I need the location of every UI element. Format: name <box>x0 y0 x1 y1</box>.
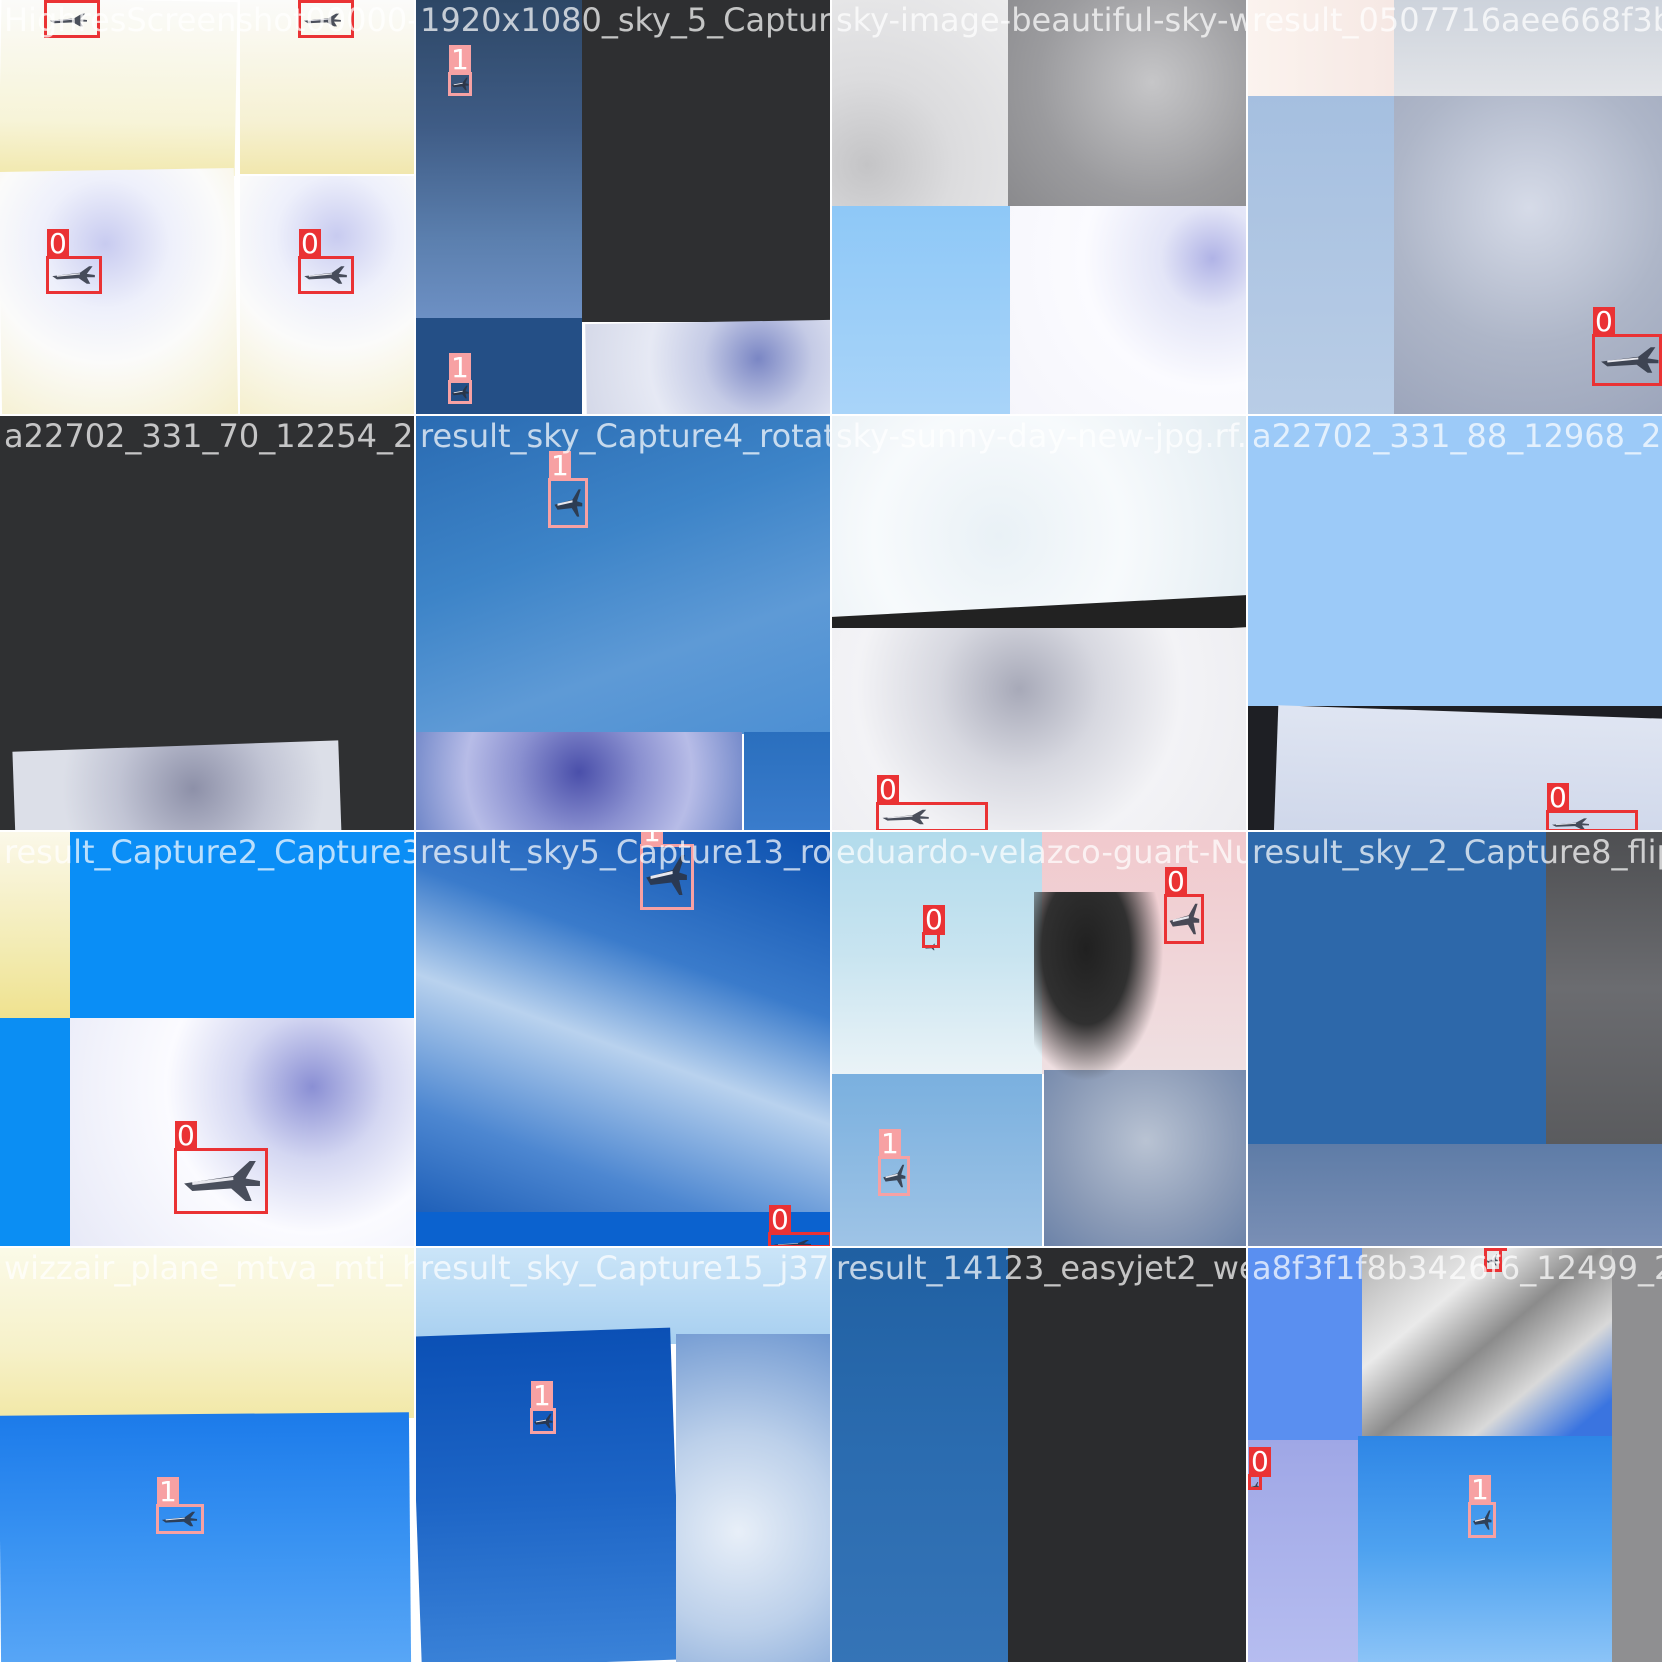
image-patch <box>1248 416 1662 716</box>
detection-box: 1 <box>530 1381 556 1434</box>
image-patch <box>416 0 582 318</box>
class-label: 1 <box>1469 1473 1491 1506</box>
mosaic-tile: 001a8f3f1f8b3426f6_12499_202 <box>1248 1248 1664 1664</box>
class-label: 0 <box>1249 1445 1271 1478</box>
image-patch <box>676 1334 830 1662</box>
image-patch <box>585 319 830 414</box>
mosaic-tile: 0result_0507716aee668f3bdb <box>1248 0 1664 416</box>
detection-box: 1 <box>1468 1475 1496 1538</box>
class-label: 0 <box>47 227 69 260</box>
image-patch <box>1546 832 1662 1144</box>
image-patch <box>0 0 238 177</box>
image-patch <box>12 740 342 830</box>
detection-box: 0 <box>1248 1447 1271 1490</box>
image-patch <box>744 732 830 830</box>
class-label: 1 <box>531 1379 553 1412</box>
image-patch <box>832 416 1246 616</box>
image-patch <box>416 318 582 414</box>
image-patch <box>0 1412 412 1662</box>
image-patch <box>832 1074 1042 1246</box>
image-patch <box>1008 1248 1246 1662</box>
image-patch <box>1358 1436 1612 1662</box>
class-label: 0 <box>1593 305 1615 338</box>
mosaic-tile: 111920x1080_sky_5_Capture19_rota <box>416 0 832 416</box>
detection-box: 0 <box>1484 1248 1507 1272</box>
class-label: 1 <box>641 832 663 847</box>
image-patch <box>240 176 414 414</box>
image-patch <box>0 1018 70 1246</box>
mosaic-tile: result_sky_2_Capture8_flipped <box>1248 832 1664 1248</box>
image-patch <box>1010 206 1246 414</box>
class-label: 0 <box>1547 781 1569 814</box>
detection-box: 1 <box>448 353 472 404</box>
image-patch <box>832 0 1008 206</box>
detection-box: 0 <box>1164 867 1204 944</box>
image-patch <box>1394 0 1662 96</box>
detection-mosaic: 0000HighresScreenshot00000-1920x1080-f5c… <box>0 0 1664 1664</box>
detection-box: 1 <box>548 451 588 528</box>
image-patch <box>1248 1248 1362 1440</box>
image-patch <box>416 416 830 734</box>
detection-box: 0 <box>876 775 988 830</box>
detection-box: 1 <box>640 832 694 910</box>
class-label: 0 <box>877 773 899 806</box>
class-label: 1 <box>449 351 471 384</box>
class-label: 1 <box>879 1127 901 1160</box>
class-label: 0 <box>1165 865 1187 898</box>
mosaic-tile: sky-image-beautiful-sky-with-clouds <box>832 0 1248 416</box>
image-patch <box>1248 96 1394 414</box>
image-patch <box>582 0 830 322</box>
detection-box: 1 <box>448 45 472 96</box>
mosaic-tile: 1wizzair_plane_mtva_mti_huszti_istvan_jp… <box>0 1248 416 1664</box>
image-patch <box>0 167 239 414</box>
mosaic-tile: a22702_331_70_12254_2022-01-04-21-54-27 <box>0 416 416 832</box>
detection-box: 0 <box>298 229 354 294</box>
image-patch <box>416 732 742 830</box>
detection-box: 1 <box>878 1129 910 1196</box>
mosaic-tile: 1 result_sky_Capture4_rotated <box>416 416 832 832</box>
image-patch <box>1362 1248 1612 1440</box>
image-patch <box>1034 892 1164 1082</box>
class-label: 0 <box>769 1203 791 1236</box>
class-label: 0 <box>1485 1248 1507 1251</box>
image-patch <box>1612 1248 1662 1662</box>
detection-box: 0 <box>174 1121 268 1214</box>
detection-box: 0 <box>922 905 945 948</box>
detection-box: 0 <box>1592 307 1662 386</box>
image-patch <box>416 832 830 1214</box>
detection-box: 0 <box>1546 783 1638 830</box>
class-label: 1 <box>157 1475 179 1508</box>
mosaic-tile: 10result_sky5_Capture13_rotated_png-rela <box>416 832 832 1248</box>
class-label: 0 <box>299 227 321 260</box>
mosaic-tile: 0 a22702_331_88_12968_202 <box>1248 416 1664 832</box>
image-patch <box>832 1248 1008 1662</box>
class-label: 0 <box>923 903 945 936</box>
image-patch <box>1248 1144 1662 1246</box>
image-patch <box>1248 832 1546 1144</box>
detection-box: 0 <box>46 229 102 294</box>
class-label: 0 <box>175 1119 197 1152</box>
class-label: 1 <box>549 449 571 482</box>
image-patch <box>1008 0 1246 206</box>
image-patch <box>1044 1070 1246 1246</box>
mosaic-tile: 0000HighresScreenshot00000-1920x1080-f5c… <box>0 0 416 416</box>
image-patch <box>832 206 1010 414</box>
image-patch <box>832 832 1042 1074</box>
detection-box: 0 <box>44 0 100 38</box>
image-patch <box>70 832 414 1018</box>
mosaic-tile: 001eduardo-velazco-guart-Nukqr6e1Dlk-uns… <box>832 832 1248 1248</box>
mosaic-tile: 1result_sky_Capture15_j37nmc-f-oA-unspla… <box>416 1248 832 1664</box>
mosaic-tile: 0result_Capture2_Capture3_flipped_rotate… <box>0 832 416 1248</box>
image-patch <box>0 1248 414 1418</box>
mosaic-tile: result_14123_easyjet2_webp_jpg <box>832 1248 1248 1664</box>
detection-box: 0 <box>768 1205 830 1246</box>
class-label: 0 <box>299 0 321 3</box>
class-label: 0 <box>45 0 67 3</box>
class-label: 1 <box>449 43 471 76</box>
detection-box: 0 <box>298 0 354 38</box>
image-patch <box>1248 0 1394 96</box>
mosaic-tile: 0sky-sunny-day-new-jpg.rf.3e559a7b79603a… <box>832 416 1248 832</box>
image-patch <box>0 832 70 1018</box>
detection-box: 1 <box>156 1477 204 1534</box>
